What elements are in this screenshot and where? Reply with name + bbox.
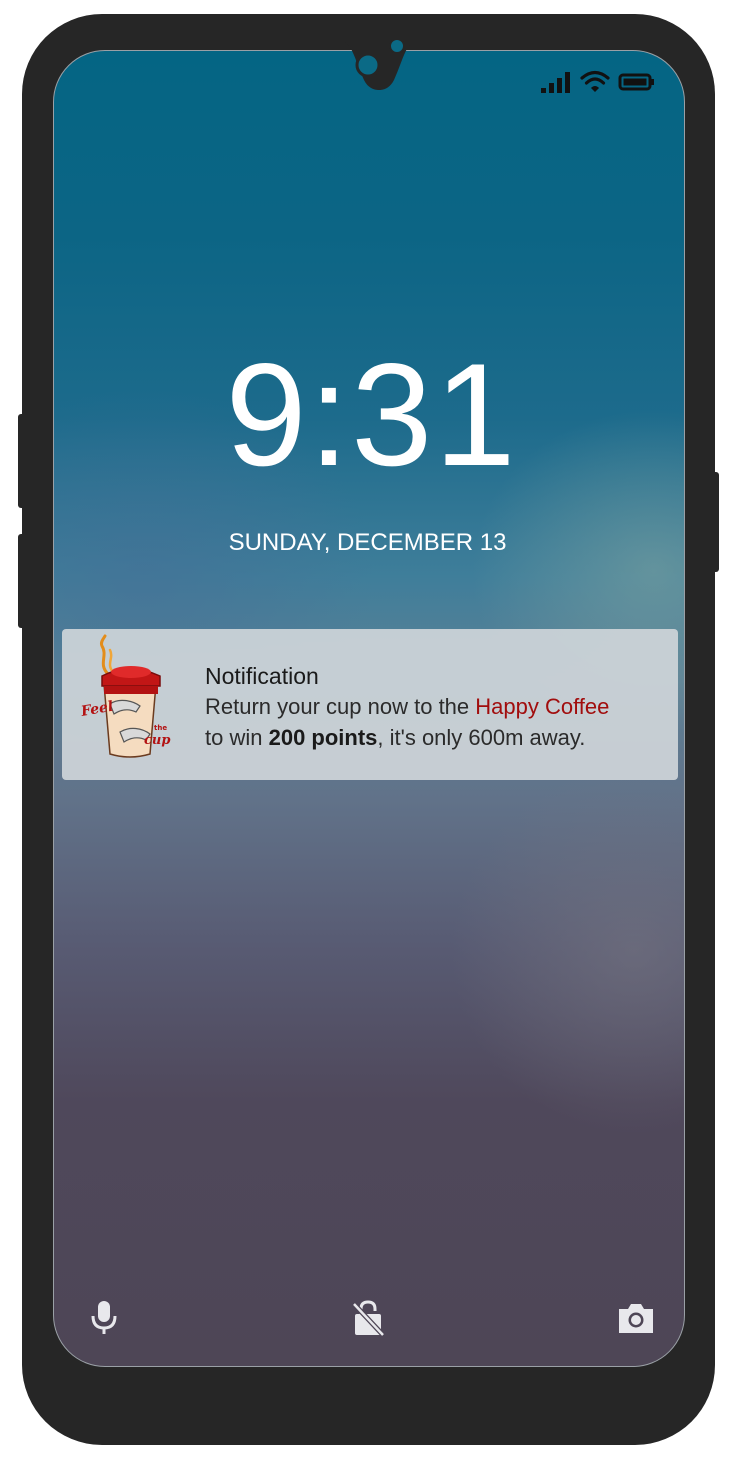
message-text: Return your cup now to the [205,694,476,719]
signal-icon [541,72,570,93]
front-camera-notch [338,40,420,90]
brand-name: Happy Coffee [475,694,610,719]
svg-text:the: the [154,724,167,732]
svg-text:cup: cup [144,733,170,748]
message-text: , it's only 600m away. [377,725,586,750]
unlock-icon[interactable] [350,1300,386,1336]
notification-title: Notification [205,663,319,689]
notification-message-line1: Return your cup now to the Happy Coffee [205,692,609,722]
notification-message-line2: to win 200 points, it's only 600m away. [205,723,585,753]
microphone-icon[interactable] [90,1300,118,1336]
battery-icon [618,73,654,91]
wifi-icon [580,70,610,92]
points-amount: 200 points [268,725,378,750]
lock-screen-date: SUNDAY, DECEMBER 13 [228,529,507,556]
message-text: to win [205,725,269,750]
lock-screen-time: 9:31 [225,333,518,496]
feel-the-cup-logo: Feel the cup [80,634,170,758]
camera-icon[interactable] [616,1300,656,1336]
